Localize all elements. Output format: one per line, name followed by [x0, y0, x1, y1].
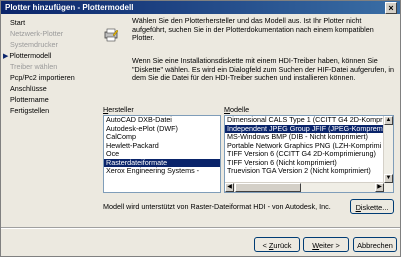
manufacturer-items: AutoCAD DXB-Datei Autodesk-ePlot (DWF) Cal… — [104, 116, 220, 176]
step-system-printer: Systemdrucker — [10, 40, 58, 49]
active-step-arrow-icon: ▶ — [3, 53, 9, 60]
manufacturer-listbox[interactable]: AutoCAD DXB-Datei Autodesk-ePlot (DWF) Cal… — [103, 115, 221, 193]
step-plotter-model: ▶Plottermodell — [3, 51, 51, 60]
model-vertical-scrollbar[interactable]: ▲ ▼ — [383, 116, 393, 192]
title-bar: Plotter hinzufügen - Plottermodell × — [1, 1, 400, 14]
list-item[interactable]: Xerox Engineering Systems - — [104, 166, 220, 176]
back-button[interactable]: < Zurück — [254, 237, 300, 252]
bottom-separator — [1, 227, 400, 229]
step-import-pcp: Pcp/Pc2 importieren — [10, 73, 75, 82]
cancel-button[interactable]: Abbrechen — [353, 237, 397, 252]
step-plotter-name: Plottername — [10, 95, 49, 104]
list-item[interactable]: Hewlett-Packard — [104, 141, 220, 151]
step-network-plotter: Netzwerk-Plotter — [10, 29, 64, 38]
disk-button[interactable]: Diskette... — [350, 199, 394, 214]
step-finish: Fertigstellen — [10, 106, 50, 115]
wizard-steps: Start Netzwerk-Plotter Systemdrucker ▶Pl… — [1, 14, 91, 228]
model-label: Modelle — [224, 105, 250, 114]
scroll-up-icon[interactable]: ▲ — [384, 116, 393, 125]
model-listbox[interactable]: Dimensional CALS Type 1 (CCITT G4 2D-Kom… — [224, 115, 394, 193]
plotter-wizard-window: Plotter hinzufügen - Plottermodell × Sta… — [0, 0, 401, 257]
list-item[interactable]: Truevision TGA Version 2 (Nicht komprimi… — [225, 166, 393, 176]
step-start: Start — [10, 18, 26, 27]
support-info-text: Modell wird unterstützt von Raster-Datei… — [103, 202, 331, 211]
step-ports: Anschlüsse — [10, 84, 47, 93]
step-plotter-model-label: Plottermodell — [9, 51, 52, 60]
model-items: Dimensional CALS Type 1 (CCITT G4 2D-Kom… — [225, 116, 393, 176]
instruction-paragraph-1: Wählen Sie den Plotterhersteller und das… — [132, 16, 374, 43]
model-horizontal-scrollbar[interactable]: ◀ ▶ — [225, 182, 384, 192]
scroll-thumb[interactable] — [235, 183, 301, 192]
window-title: Plotter hinzufügen - Plottermodell — [5, 3, 134, 12]
instruction-paragraph-2: Wenn Sie eine Installationsdiskette mit … — [132, 56, 394, 83]
scroll-left-icon[interactable]: ◀ — [225, 183, 234, 192]
next-button[interactable]: Weiter > — [303, 237, 349, 252]
manufacturer-label: Hersteller — [103, 105, 134, 114]
scroll-down-icon[interactable]: ▼ — [384, 174, 393, 183]
plotter-wizard-icon — [104, 28, 119, 42]
step-select-driver: Treiber wählen — [10, 62, 58, 71]
close-button[interactable]: × — [385, 2, 397, 14]
scroll-right-icon[interactable]: ▶ — [375, 183, 384, 192]
